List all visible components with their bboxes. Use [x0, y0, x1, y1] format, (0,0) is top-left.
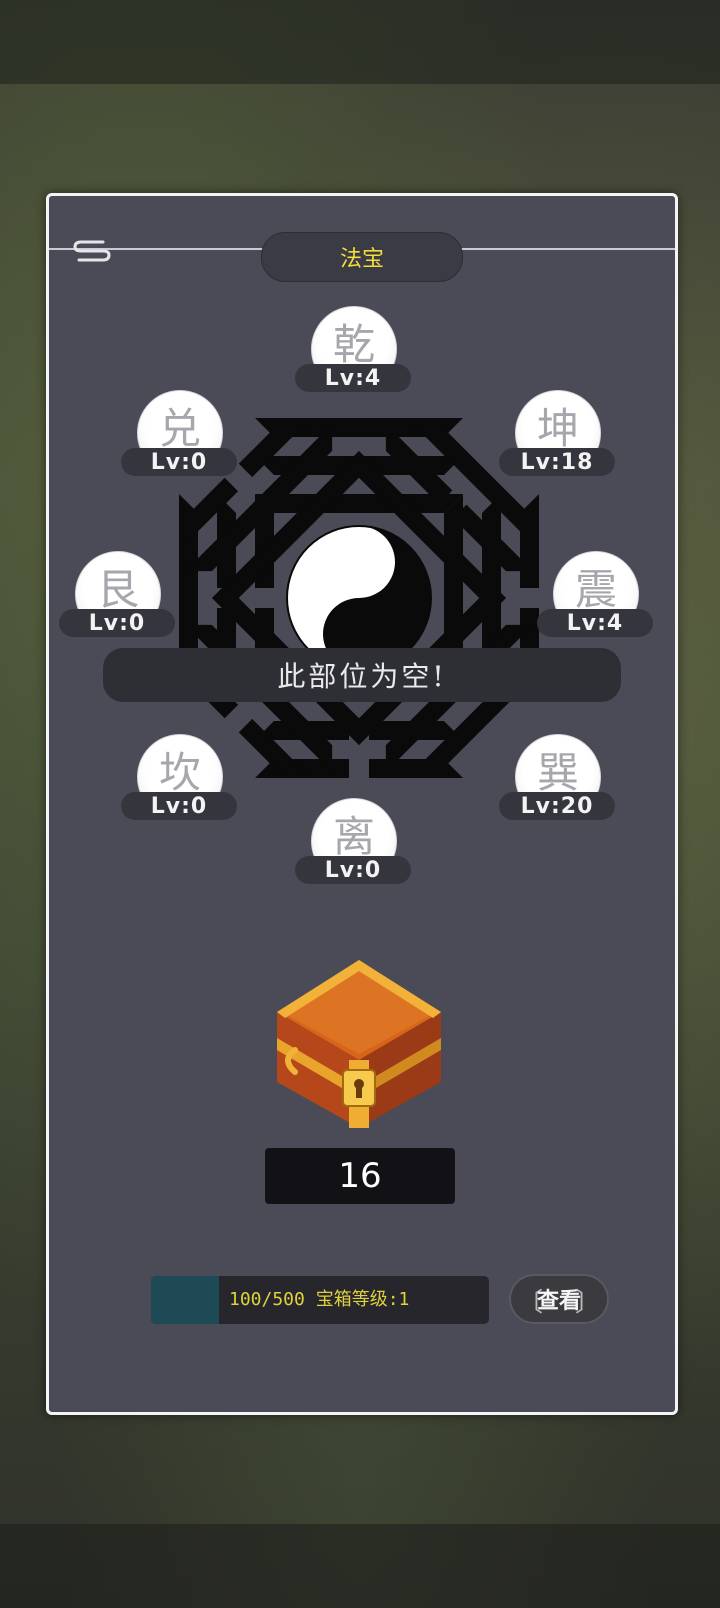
node-glyph: 乾: [332, 320, 375, 369]
node-level: Lv:4: [295, 364, 411, 392]
node-qian[interactable]: 乾 Lv:4: [295, 306, 411, 402]
page-title: 法宝: [261, 232, 463, 282]
empty-slot-message: 此部位为空!: [103, 648, 621, 702]
node-level: Lv:4: [537, 609, 653, 637]
view-button[interactable]: 〔 查看 〕: [509, 1274, 609, 1324]
node-glyph: 艮: [96, 565, 139, 614]
back-button[interactable]: [73, 236, 113, 266]
node-glyph: 兑: [158, 404, 201, 453]
node-level: Lv:0: [121, 792, 237, 820]
progress-fill: [151, 1276, 219, 1324]
bottom-band: [0, 1524, 720, 1608]
node-glyph: 坤: [536, 404, 579, 453]
node-glyph: 震: [574, 565, 617, 614]
progress-text: 100/500 宝箱等级:1: [229, 1289, 410, 1310]
right-bracket-icon: 〕: [574, 1288, 601, 1318]
node-glyph: 巽: [536, 748, 579, 797]
chest-progress-bar: 100/500 宝箱等级:1: [151, 1276, 489, 1324]
node-kun[interactable]: 坤 Lv:18: [499, 390, 615, 486]
scroll-back-icon: [73, 240, 111, 262]
node-zhen[interactable]: 震 Lv:4: [537, 551, 653, 647]
node-level: Lv:18: [499, 448, 615, 476]
node-glyph: 离: [332, 812, 375, 861]
node-gen[interactable]: 艮 Lv:0: [59, 551, 175, 647]
treasure-panel: 法宝 乾 Lv:4 兑 Lv:0 坤 Lv:18 艮 Lv:0 震 Lv:4 坎…: [46, 193, 678, 1415]
node-glyph: 坎: [158, 748, 201, 797]
node-level: Lv:0: [59, 609, 175, 637]
node-kan[interactable]: 坎 Lv:0: [121, 734, 237, 830]
node-level: Lv:20: [499, 792, 615, 820]
node-li[interactable]: 离 Lv:0: [295, 798, 411, 894]
chest-count: 16: [265, 1148, 455, 1204]
node-xun[interactable]: 巽 Lv:20: [499, 734, 615, 830]
top-band: [0, 0, 720, 84]
node-level: Lv:0: [295, 856, 411, 884]
node-level: Lv:0: [121, 448, 237, 476]
treasure-chest-icon[interactable]: [239, 942, 479, 1132]
node-dui[interactable]: 兑 Lv:0: [121, 390, 237, 486]
